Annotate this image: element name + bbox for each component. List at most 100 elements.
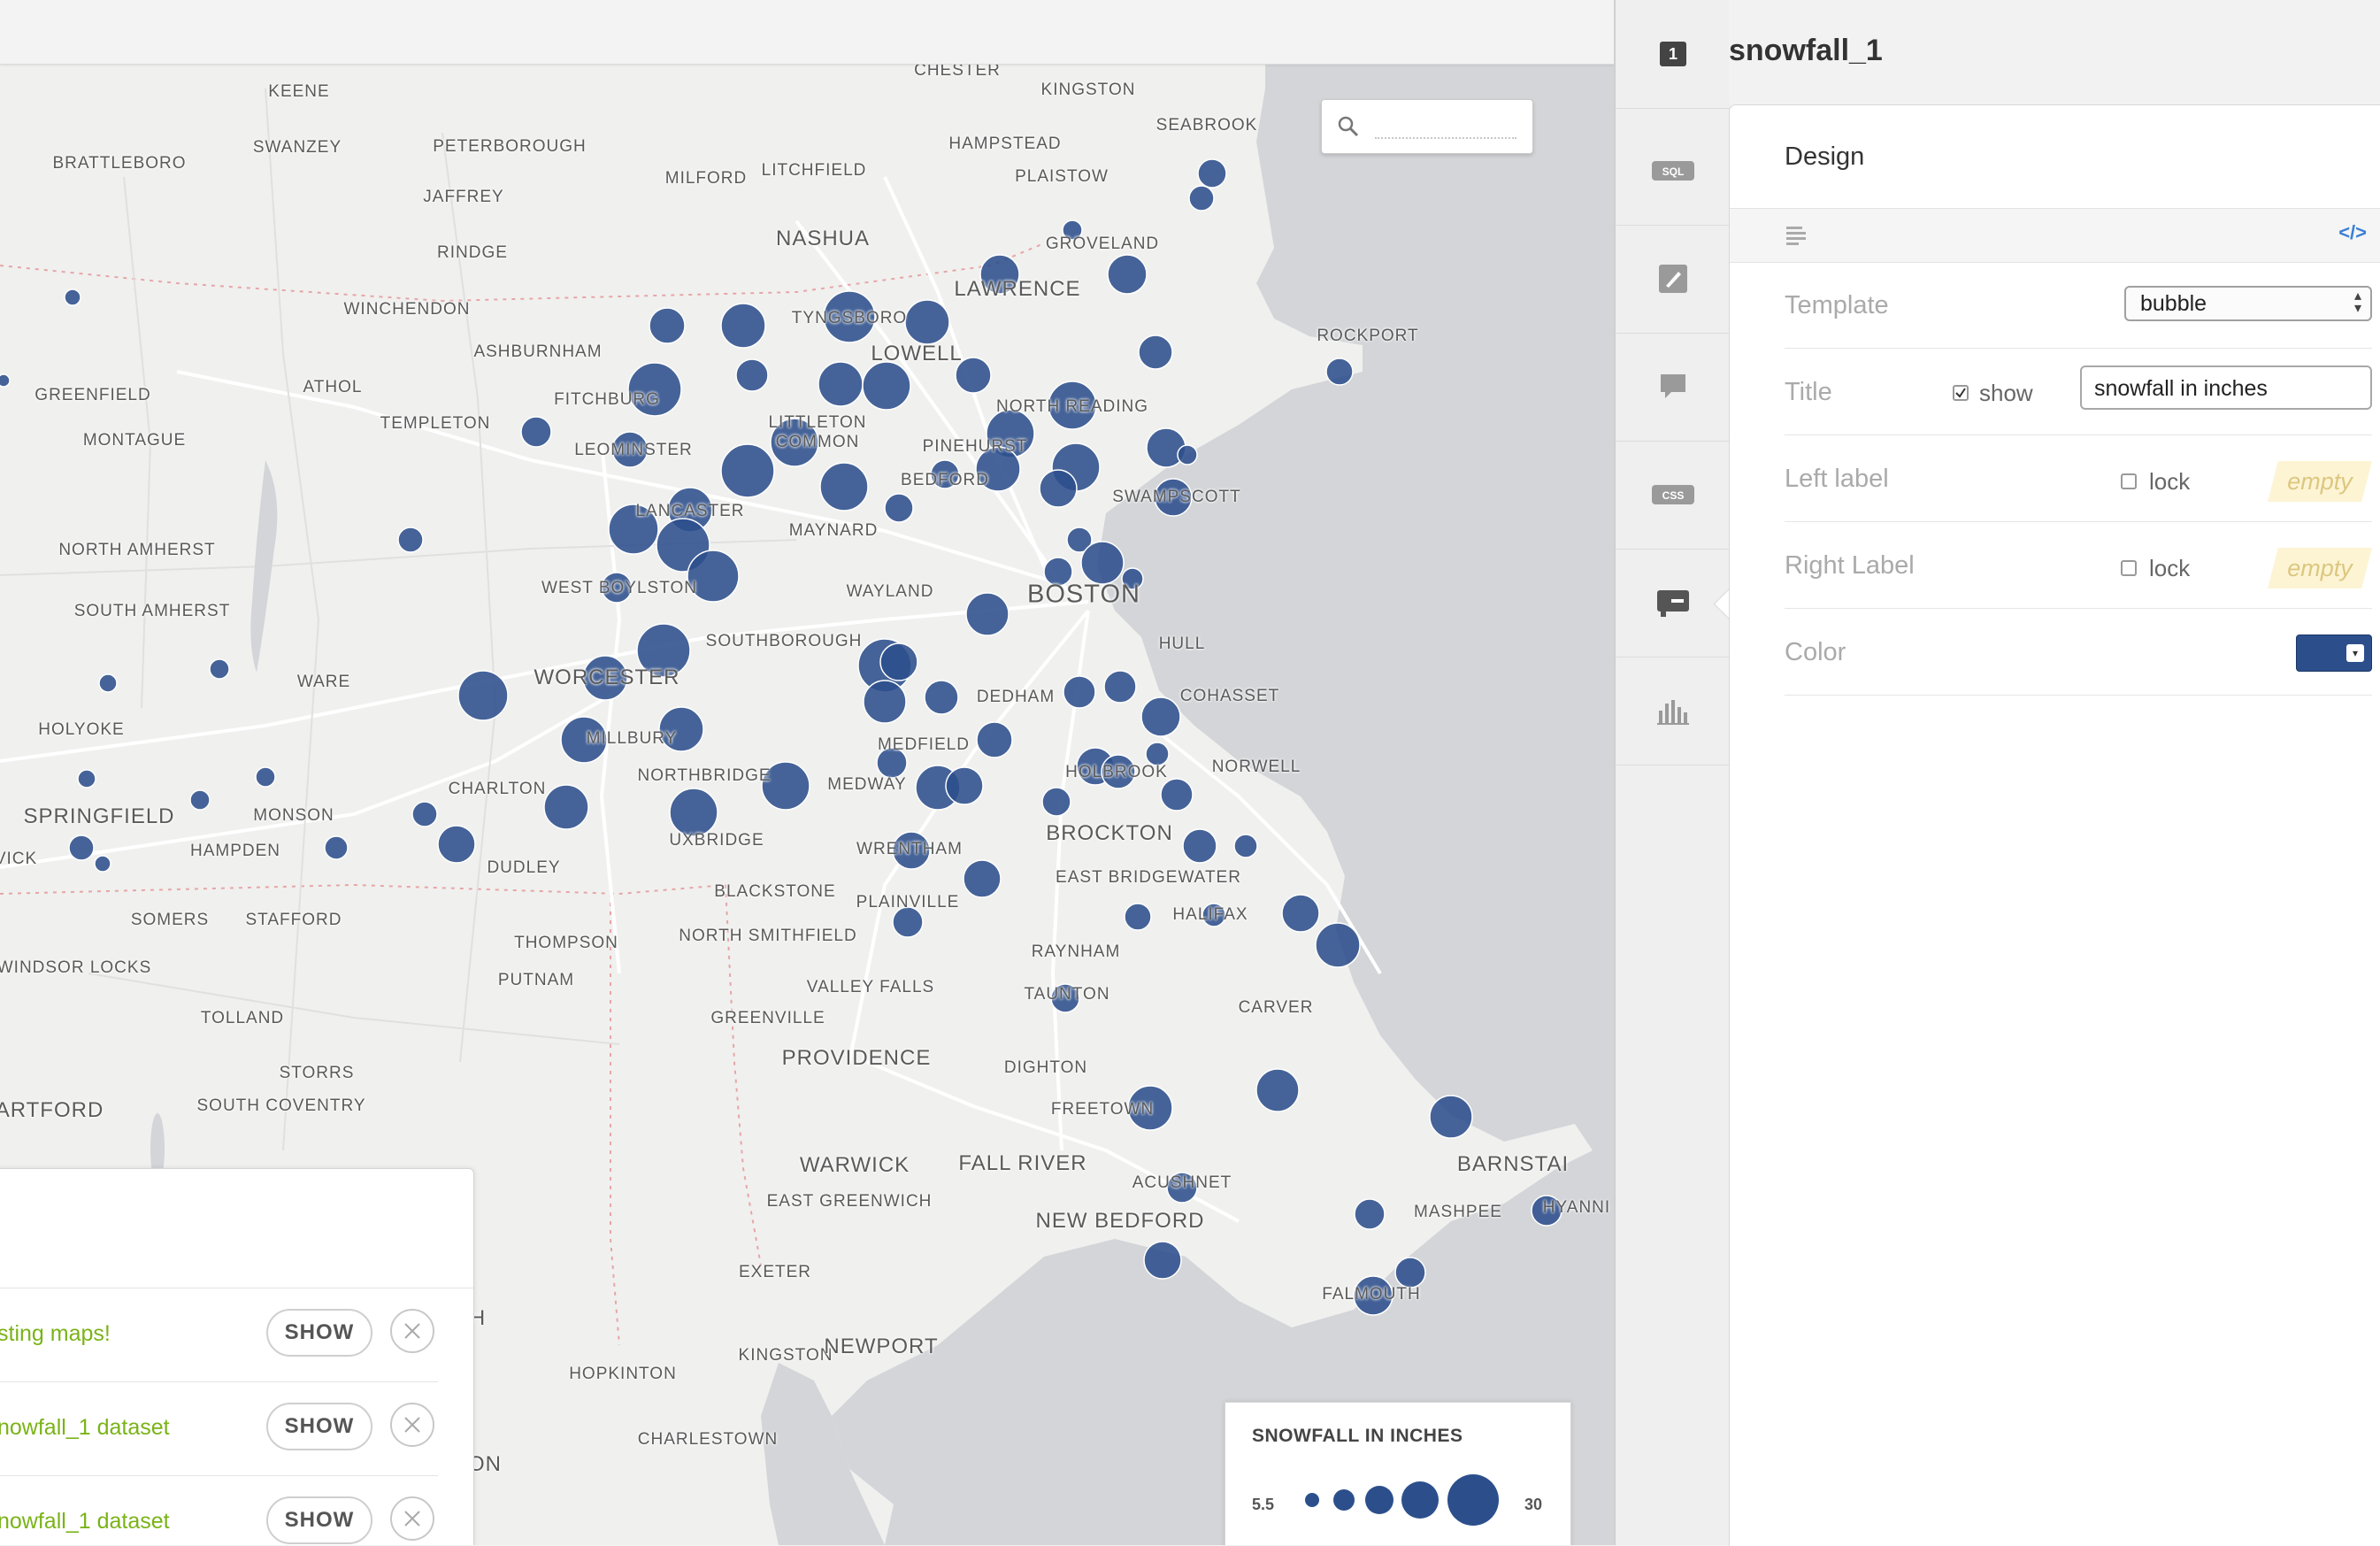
snowfall-bubble[interactable]	[77, 769, 96, 788]
snowfall-bubble[interactable]	[965, 592, 1010, 636]
css-tab[interactable]: CSS	[1616, 441, 1731, 550]
snowfall-bubble[interactable]	[1315, 922, 1361, 968]
snowfall-bubble[interactable]	[1233, 834, 1258, 858]
snowfall-bubble[interactable]	[1160, 778, 1194, 811]
snowfall-bubble[interactable]	[976, 721, 1013, 758]
snowfall-bubble[interactable]	[945, 766, 984, 805]
snowfall-bubble[interactable]	[1143, 1241, 1182, 1280]
close-icon[interactable]	[390, 1403, 434, 1447]
notification-text[interactable]: nowfall_1 dataset	[0, 1415, 170, 1441]
snowfall-bubble[interactable]	[720, 303, 766, 349]
snowfall-bubble[interactable]	[255, 766, 276, 788]
snowfall-bubble[interactable]	[884, 493, 914, 523]
snowfall-bubble[interactable]	[1281, 894, 1320, 933]
snowfall-bubble[interactable]	[64, 288, 81, 306]
map-search-box[interactable]	[1321, 99, 1533, 154]
snowfall-bubble[interactable]	[1325, 358, 1354, 386]
map-search-input[interactable]	[1373, 111, 1518, 139]
title-input[interactable]: snowfall in inches	[2080, 365, 2372, 410]
snowfall-bubble[interactable]	[437, 825, 476, 864]
snowfall-bubble[interactable]	[818, 361, 864, 407]
snowfall-bubble[interactable]	[457, 670, 509, 721]
right-label-input[interactable]: empty	[2268, 548, 2372, 588]
snowfall-bubble[interactable]	[98, 673, 118, 693]
snowfall-bubble[interactable]	[1354, 1198, 1386, 1230]
place-label: LOWELL	[871, 342, 963, 365]
show-title-checkbox[interactable]	[1953, 385, 1969, 401]
place-label: VALLEY FALLS	[806, 978, 935, 996]
place-label: HAMPDEN	[189, 842, 281, 860]
snowfall-bubble[interactable]	[669, 788, 718, 837]
snowfall-bubble[interactable]	[649, 307, 686, 344]
infowindow-tab[interactable]	[1616, 333, 1731, 442]
close-icon[interactable]	[390, 1309, 434, 1353]
snowfall-bubble[interactable]	[1039, 469, 1078, 508]
snowfall-bubble[interactable]	[1041, 787, 1071, 817]
snowfall-bubble[interactable]	[1188, 185, 1215, 212]
snowfall-bubble[interactable]	[520, 416, 552, 448]
snowfall-bubble[interactable]	[543, 784, 589, 830]
place-label: BARNSTAI	[1456, 1152, 1570, 1176]
layer-name[interactable]: snowfall_1	[1729, 34, 1883, 68]
widgets-tab[interactable]	[1616, 657, 1731, 765]
left-label-lock-checkbox[interactable]	[2121, 473, 2137, 489]
code-view-toggle[interactable]: </>	[2338, 221, 2367, 244]
layer-number-tab[interactable]: 1	[1616, 0, 1731, 109]
snowfall-bubble[interactable]	[1429, 1095, 1473, 1139]
snowfall-bubble[interactable]	[411, 801, 438, 827]
notification-item: nowfall_1 dataset SHOW	[0, 1381, 438, 1476]
form-view-icon[interactable]	[1785, 225, 1809, 246]
snowfall-bubble[interactable]	[1394, 1257, 1426, 1288]
snowfall-bubble[interactable]	[1138, 335, 1173, 370]
close-icon[interactable]	[390, 1496, 434, 1541]
place-label: DUDLEY	[487, 858, 561, 877]
snowfall-bubble[interactable]	[0, 373, 11, 388]
legend-title: SNOWFALL IN INCHES	[1252, 1426, 1463, 1446]
snowfall-bubble[interactable]	[1182, 828, 1217, 864]
left-label-input[interactable]: empty	[2268, 461, 2372, 502]
sql-tab[interactable]: SQL	[1616, 117, 1731, 226]
snowfall-bubble[interactable]	[94, 855, 111, 873]
snowfall-bubble[interactable]	[963, 859, 1002, 898]
place-label: ARTFORD	[0, 1098, 104, 1122]
snowfall-bubble[interactable]	[1063, 675, 1096, 709]
snowfall-bubble[interactable]	[209, 658, 230, 680]
notification-text[interactable]: nowfall_1 dataset	[0, 1509, 170, 1534]
snowfall-bubble[interactable]	[819, 462, 869, 511]
snowfall-bubble[interactable]	[397, 527, 424, 553]
snowfall-bubble[interactable]	[904, 299, 950, 345]
snowfall-bubble[interactable]	[862, 361, 911, 411]
sql-icon: SQL	[1652, 161, 1694, 181]
right-label-lock-checkbox[interactable]	[2121, 560, 2137, 576]
show-button[interactable]: SHOW	[266, 1309, 372, 1357]
show-button[interactable]: SHOW	[266, 1403, 372, 1450]
snowfall-bubble[interactable]	[1140, 696, 1181, 737]
snowfall-bubble[interactable]	[1124, 903, 1152, 931]
snowfall-bubble[interactable]	[879, 642, 918, 681]
place-label: WORCESTER	[534, 665, 680, 689]
snowfall-bubble[interactable]	[1107, 254, 1148, 295]
snowfall-bubble[interactable]	[68, 835, 95, 861]
wizard-tab[interactable]	[1616, 225, 1731, 334]
snowfall-bubble[interactable]	[720, 443, 775, 498]
snowfall-bubble[interactable]	[924, 680, 959, 715]
snowfall-bubble[interactable]	[1080, 541, 1125, 585]
dropdown-arrow-icon: ▾	[2346, 644, 2364, 662]
place-label: STORRS	[279, 1064, 355, 1082]
snowfall-bubble[interactable]	[735, 358, 769, 392]
snowfall-bubble[interactable]	[863, 680, 907, 724]
notification-text[interactable]: sting maps!	[0, 1321, 111, 1347]
left-label-lock-label: lock	[2149, 468, 2191, 495]
color-picker-button[interactable]: ▾	[2296, 635, 2372, 672]
snowfall-bubble[interactable]	[1197, 158, 1227, 188]
css-icon: CSS	[1652, 485, 1694, 504]
show-button[interactable]: SHOW	[266, 1496, 372, 1544]
design-panel: Design </> Template bubble ▴ ▾ Title show…	[1729, 104, 2380, 1546]
snowfall-bubble[interactable]	[1103, 670, 1137, 704]
snowfall-bubble[interactable]	[189, 789, 211, 811]
snowfall-bubble[interactable]	[1255, 1068, 1300, 1112]
snowfall-bubble[interactable]	[1177, 444, 1198, 465]
map-canvas[interactable]: CHESTER KINGSTON KEENE SEABROOK BRATTLEBORO S…	[0, 0, 1614, 1545]
snowfall-bubble[interactable]	[324, 835, 349, 860]
template-select[interactable]: bubble ▴ ▾	[2124, 286, 2372, 321]
